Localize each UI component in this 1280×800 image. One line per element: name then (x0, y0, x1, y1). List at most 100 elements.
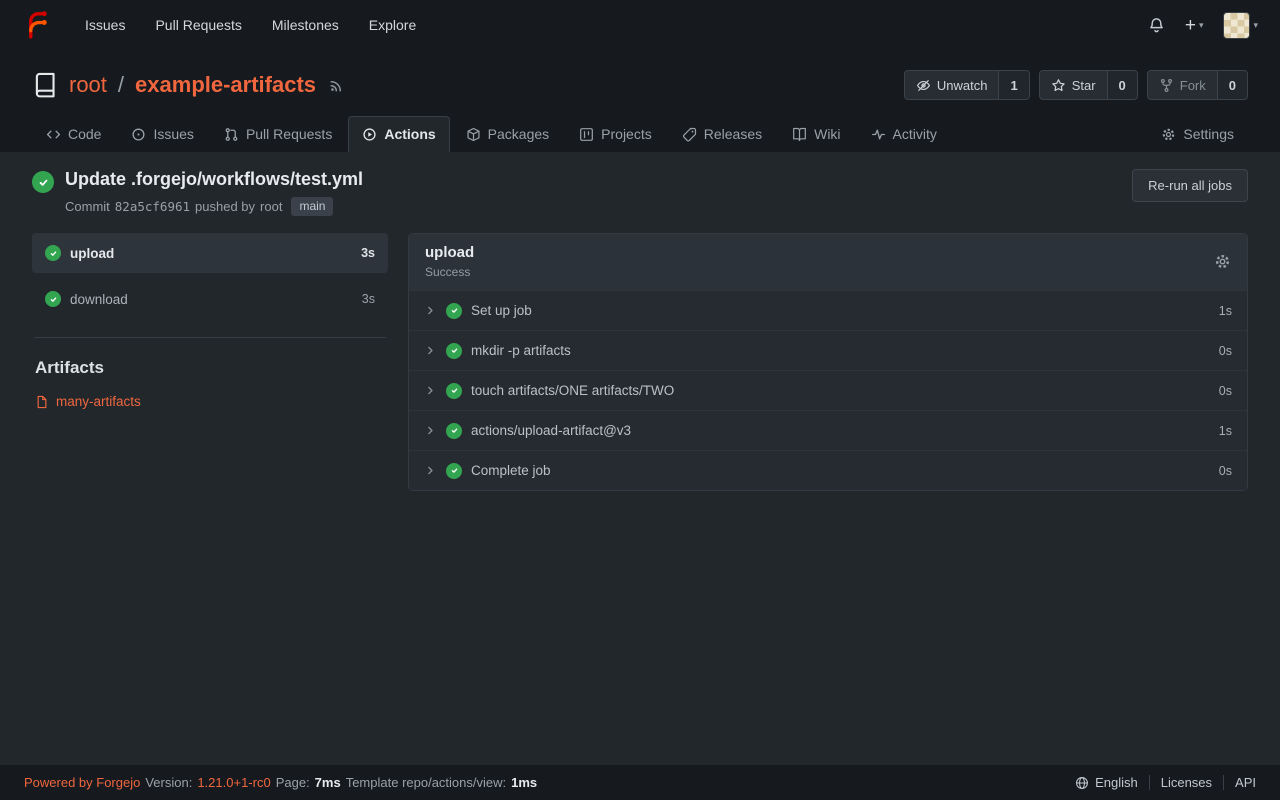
step-row-set-up-job[interactable]: Set up job 1s (409, 290, 1247, 330)
run-title-block: Update .forgejo/workflows/test.yml Commi… (65, 169, 363, 216)
tab-packages[interactable]: Packages (452, 116, 563, 152)
run-header: Update .forgejo/workflows/test.yml Commi… (32, 169, 1248, 216)
package-icon (466, 127, 481, 142)
code-icon (46, 127, 61, 142)
chevron-right-icon (424, 464, 437, 477)
page-time: 7ms (315, 775, 341, 790)
job-item-upload[interactable]: upload 3s (32, 233, 388, 273)
step-row-mkdir[interactable]: mkdir -p artifacts 0s (409, 330, 1247, 370)
nav-explore[interactable]: Explore (354, 0, 431, 50)
artifact-link-many-artifacts[interactable]: many-artifacts (32, 394, 388, 409)
rerun-all-jobs-button[interactable]: Re-run all jobs (1132, 169, 1248, 202)
tab-pull-requests[interactable]: Pull Requests (210, 116, 346, 152)
tab-activity[interactable]: Activity (857, 116, 951, 152)
step-name: Complete job (471, 463, 551, 478)
job-detail-header: upload Success (409, 234, 1247, 290)
tab-actions[interactable]: Actions (348, 116, 449, 152)
fork-button[interactable]: Fork 0 (1147, 70, 1248, 100)
version-link[interactable]: 1.21.0+1-rc0 (197, 775, 270, 790)
tab-packages-label: Packages (488, 126, 549, 142)
repo-name-link[interactable]: example-artifacts (135, 72, 316, 98)
step-success-icon (446, 423, 462, 439)
job-duration: 3s (362, 292, 375, 306)
artifacts-heading: Artifacts (32, 358, 388, 378)
create-new-button[interactable]: + ▾ (1185, 16, 1204, 35)
top-navbar: Issues Pull Requests Milestones Explore … (0, 0, 1280, 50)
tab-activity-label: Activity (893, 126, 937, 142)
globe-icon (1075, 776, 1089, 790)
footer: Powered by Forgejo Version: 1.21.0+1-rc0… (0, 765, 1280, 800)
star-label: Star (1072, 78, 1096, 93)
fork-label: Fork (1180, 78, 1206, 93)
repo-header: root / example-artifacts Unwatch 1 (0, 50, 1280, 152)
star-button[interactable]: Star 0 (1039, 70, 1138, 100)
repo-path-separator: / (118, 72, 124, 98)
version-label: Version: (145, 775, 192, 790)
tag-icon (682, 127, 697, 142)
job-detail-title-block: upload Success (425, 244, 474, 279)
actions-run-view: Update .forgejo/workflows/test.yml Commi… (0, 152, 1280, 765)
nav-milestones[interactable]: Milestones (257, 0, 354, 50)
step-row-upload-artifact[interactable]: actions/upload-artifact@v3 1s (409, 410, 1247, 450)
api-link[interactable]: API (1223, 775, 1256, 790)
commit-sha-link[interactable]: 82a5cf6961 (115, 199, 190, 214)
template-time: 1ms (511, 775, 537, 790)
unwatch-button[interactable]: Unwatch 1 (904, 70, 1030, 100)
template-label: Template repo/actions/view: (346, 775, 506, 790)
watch-count[interactable]: 1 (998, 71, 1028, 99)
job-options-button[interactable] (1214, 253, 1231, 270)
repo-tabs: Code Issues Pull Requests Actions P (32, 116, 1248, 152)
rss-feed-button[interactable] (329, 78, 344, 93)
language-selector[interactable]: English (1064, 775, 1149, 790)
jobs-sidebar: upload 3s download 3s Artifacts many-art… (32, 233, 388, 409)
nav-issues[interactable]: Issues (70, 0, 140, 50)
page-label: Page: (276, 775, 310, 790)
run-grid: upload 3s download 3s Artifacts many-art… (32, 233, 1248, 491)
tab-wiki[interactable]: Wiki (778, 116, 854, 152)
run-success-icon (32, 171, 54, 193)
chevron-right-icon (424, 344, 437, 357)
project-board-icon (579, 127, 594, 142)
pushed-by-label: pushed by (195, 199, 255, 214)
repo-owner-link[interactable]: root (69, 72, 107, 98)
chevron-down-icon: ▾ (1253, 20, 1258, 31)
fork-count[interactable]: 0 (1217, 71, 1247, 99)
commit-label: Commit (65, 199, 110, 214)
notifications-button[interactable] (1148, 17, 1165, 34)
commit-author-link[interactable]: root (260, 199, 282, 214)
powered-by-link[interactable]: Powered by Forgejo (24, 775, 140, 790)
book-icon (792, 127, 807, 142)
job-duration: 3s (361, 246, 375, 260)
chevron-right-icon (424, 304, 437, 317)
tab-issues-label: Issues (153, 126, 193, 142)
step-success-icon (446, 383, 462, 399)
tab-settings[interactable]: Settings (1147, 116, 1248, 152)
tab-actions-label: Actions (384, 126, 435, 142)
tab-issues[interactable]: Issues (117, 116, 207, 152)
licenses-link[interactable]: Licenses (1149, 775, 1223, 790)
nav-pull-requests[interactable]: Pull Requests (140, 0, 256, 50)
tab-releases[interactable]: Releases (668, 116, 776, 152)
job-name: download (70, 292, 128, 307)
step-duration: 0s (1219, 344, 1232, 358)
job-item-download[interactable]: download 3s (32, 279, 388, 319)
file-icon (35, 395, 49, 409)
step-name: touch artifacts/ONE artifacts/TWO (471, 383, 674, 398)
step-row-complete-job[interactable]: Complete job 0s (409, 450, 1247, 490)
pull-request-icon (224, 127, 239, 142)
tab-pull-requests-label: Pull Requests (246, 126, 332, 142)
forgejo-logo[interactable] (22, 10, 52, 40)
tab-code-label: Code (68, 126, 101, 142)
step-success-icon (446, 343, 462, 359)
footer-right: English Licenses API (1064, 775, 1256, 790)
step-duration: 0s (1219, 384, 1232, 398)
gear-icon (1161, 127, 1176, 142)
star-count[interactable]: 0 (1107, 71, 1137, 99)
step-duration: 0s (1219, 464, 1232, 478)
tab-code[interactable]: Code (32, 116, 115, 152)
branch-badge[interactable]: main (291, 197, 333, 216)
step-row-touch[interactable]: touch artifacts/ONE artifacts/TWO 0s (409, 370, 1247, 410)
rss-icon (329, 78, 344, 93)
tab-projects[interactable]: Projects (565, 116, 666, 152)
user-menu-button[interactable]: ▾ (1223, 12, 1258, 39)
